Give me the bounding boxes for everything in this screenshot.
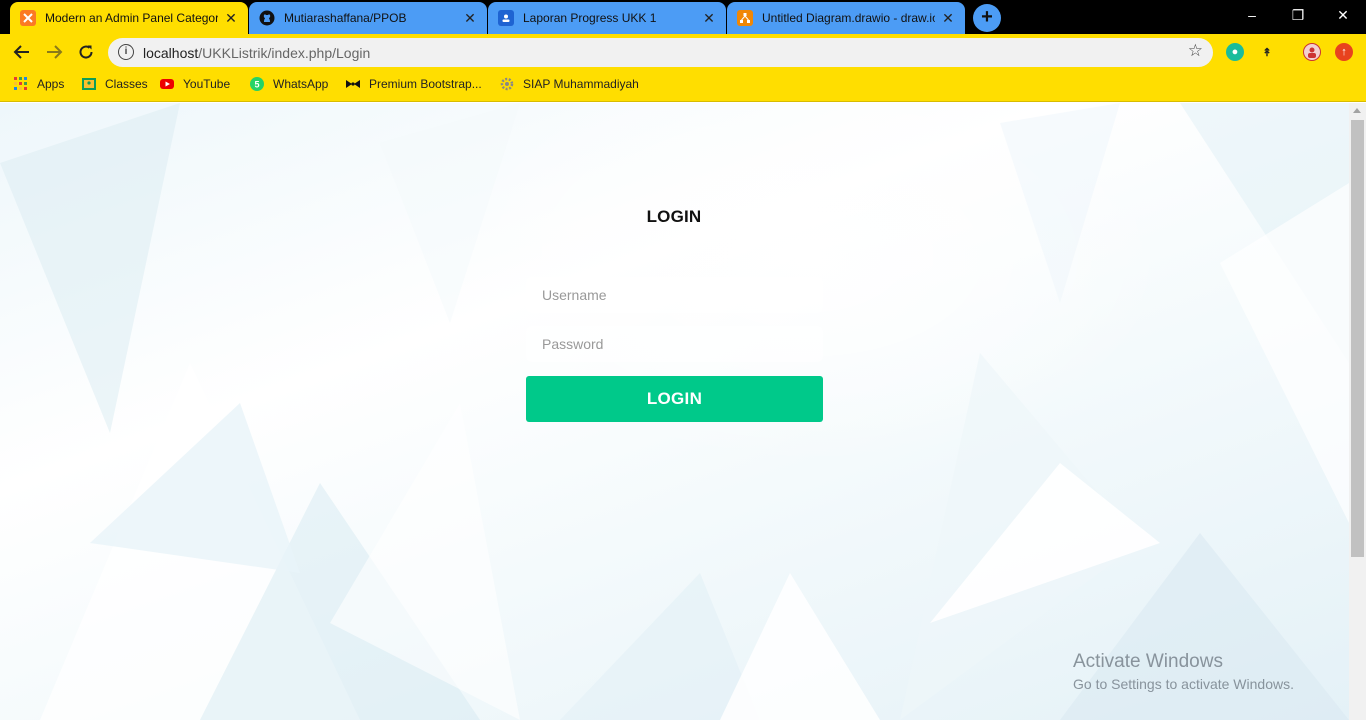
minimize-button[interactable]: – <box>1229 0 1275 30</box>
bookmark-label: WhatsApp <box>273 77 329 91</box>
arrow-right-icon <box>47 45 63 59</box>
new-tab-button[interactable]: + <box>973 4 1001 32</box>
close-window-button[interactable]: ✕ <box>1320 0 1366 30</box>
tab-title: Modern an Admin Panel Categor <box>45 11 218 25</box>
drawio-icon <box>737 10 753 26</box>
youtube-icon <box>160 77 174 91</box>
reload-button[interactable] <box>73 39 99 65</box>
tab-close-icon[interactable]: ✕ <box>463 10 477 27</box>
bookmark-star-icon[interactable]: ☆ <box>1188 41 1203 61</box>
page-scrollbar[interactable] <box>1349 103 1366 720</box>
password-input[interactable] <box>526 326 823 362</box>
tab-title: Laporan Progress UKK 1 <box>523 11 657 25</box>
watermark-subtitle: Go to Settings to activate Windows. <box>1073 676 1294 692</box>
whatsapp-icon: 5 <box>250 77 264 91</box>
bookmark-label: SIAP Muhammadiyah <box>523 77 639 91</box>
bookmark-siap-muhammadiyah[interactable]: SIAP Muhammadiyah <box>500 77 639 91</box>
bookmark-label: Apps <box>37 77 65 91</box>
activate-windows-watermark: Activate Windows Go to Settings to activ… <box>1073 651 1294 692</box>
arrow-left-icon <box>13 45 29 59</box>
tab-title: Mutiarashaffana/PPOB <box>284 11 407 25</box>
tab-github[interactable]: Mutiarashaffana/PPOB ✕ <box>249 2 487 34</box>
scroll-up-icon[interactable] <box>1353 108 1361 113</box>
address-bar[interactable]: i localhost/UKKListrik/index.php/Login ☆ <box>108 38 1213 67</box>
update-icon[interactable]: ↑ <box>1335 43 1353 61</box>
avatar[interactable] <box>1303 43 1321 61</box>
github-icon <box>259 10 275 26</box>
tab-title: Untitled Diagram.drawio - draw.io <box>762 11 935 25</box>
info-icon[interactable]: i <box>118 44 134 60</box>
classroom-icon <box>498 10 514 26</box>
login-button[interactable]: LOGIN <box>526 376 823 422</box>
url-text[interactable]: localhost/UKKListrik/index.php/Login <box>143 45 370 61</box>
svg-text:5: 5 <box>254 80 259 90</box>
username-input[interactable] <box>526 277 823 313</box>
gear-icon <box>500 77 514 91</box>
bookmark-label: Classes <box>105 77 148 91</box>
tab-close-icon[interactable]: ✕ <box>941 10 955 27</box>
login-heading: LOGIN <box>646 207 702 226</box>
bookmark-apps[interactable]: Apps <box>14 77 64 91</box>
tab-admin-panel[interactable]: Modern an Admin Panel Categor ✕ <box>10 2 248 34</box>
pin-icon[interactable]: ↟ <box>1258 43 1276 61</box>
bookmark-classes[interactable]: Classes <box>82 77 148 91</box>
xampp-icon <box>20 10 36 26</box>
classroom-icon <box>82 77 96 91</box>
extension-icon[interactable]: ● <box>1226 43 1244 61</box>
tab-close-icon[interactable]: ✕ <box>702 10 716 27</box>
tab-strip: Modern an Admin Panel Categor ✕ Mutiaras… <box>0 0 1366 34</box>
bookmark-whatsapp[interactable]: 5 WhatsApp <box>250 77 328 91</box>
back-button[interactable] <box>9 39 35 65</box>
bookmark-label: YouTube <box>183 77 231 91</box>
reload-icon <box>79 45 93 59</box>
tab-close-icon[interactable]: ✕ <box>224 10 238 27</box>
tab-drawio[interactable]: Untitled Diagram.drawio - draw.io ✕ <box>727 2 965 34</box>
bookmark-label: Premium Bootstrap... <box>369 77 482 91</box>
bow-icon <box>346 77 360 91</box>
tab-laporan[interactable]: Laporan Progress UKK 1 ✕ <box>488 2 726 34</box>
watermark-title: Activate Windows <box>1073 651 1223 672</box>
bookmark-youtube[interactable]: YouTube <box>160 77 230 91</box>
browser-toolbar: i localhost/UKKListrik/index.php/Login ☆… <box>0 34 1366 70</box>
scrollbar-thumb[interactable] <box>1351 120 1364 557</box>
restore-button[interactable]: ❐ <box>1275 0 1321 30</box>
bookmark-premium-bootstrap[interactable]: Premium Bootstrap... <box>346 77 482 91</box>
bookmarks-bar: Apps Classes YouTube 5 WhatsApp Premium … <box>0 70 1366 102</box>
apps-grid-icon <box>14 77 28 91</box>
forward-button[interactable] <box>41 39 67 65</box>
